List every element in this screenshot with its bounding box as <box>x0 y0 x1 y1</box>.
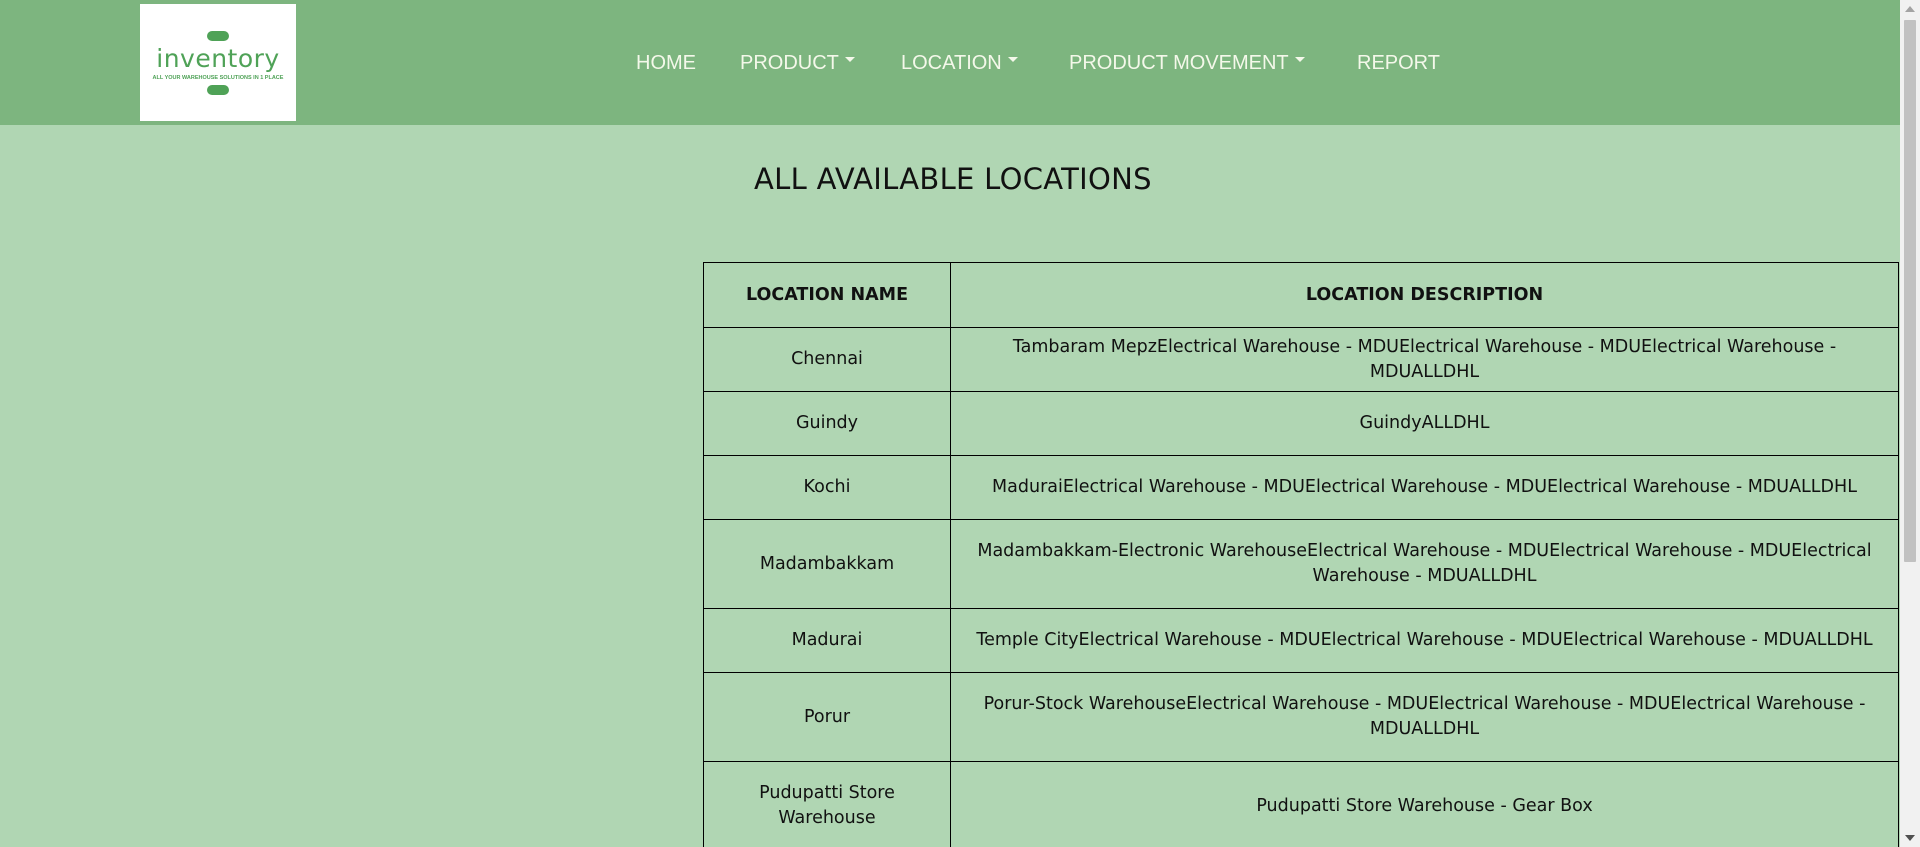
table-row: Madambakkam Madambakkam-Electronic Wareh… <box>703 519 1899 609</box>
locations-table: LOCATION NAME LOCATION DESCRIPTION Chenn… <box>703 262 1899 847</box>
location-name-cell: Pudupatti Store Warehouse <box>703 761 951 847</box>
caret-down-icon <box>844 57 855 63</box>
location-name-cell: Chennai <box>703 327 951 392</box>
location-description-cell: MaduraiElectrical Warehouse - MDUElectri… <box>950 455 1899 520</box>
locations-table-container: LOCATION NAME LOCATION DESCRIPTION Chenn… <box>703 262 1900 847</box>
location-name-cell: Guindy <box>703 391 951 456</box>
table-row: Chennai Tambaram MepzElectrical Warehous… <box>703 327 1899 392</box>
scroll-up-arrow-icon[interactable] <box>1905 6 1915 12</box>
nav-product-movement-label: PRODUCT MOVEMENT <box>1069 52 1289 74</box>
header-location-name: LOCATION NAME <box>703 262 951 328</box>
logo-wordmark: inventory <box>156 43 280 73</box>
nav-home-label: HOME <box>636 52 696 74</box>
location-description-cell: Pudupatti Store Warehouse - Gear Box <box>950 761 1899 847</box>
nav-report-label: REPORT <box>1357 52 1440 74</box>
table-row: Guindy GuindyALLDHL <box>703 391 1899 456</box>
nav-product-movement-dropdown[interactable]: PRODUCT MOVEMENT <box>1069 48 1305 78</box>
location-name-cell: Kochi <box>703 455 951 520</box>
table-row: Pudupatti Store Warehouse Pudupatti Stor… <box>703 761 1899 847</box>
nav-location-dropdown[interactable]: LOCATION <box>901 48 1018 78</box>
location-name-cell: Porur <box>703 672 951 762</box>
scroll-down-arrow-icon[interactable] <box>1905 835 1915 841</box>
table-row: Kochi MaduraiElectrical Warehouse - MDUE… <box>703 455 1899 520</box>
caret-down-icon <box>1294 57 1305 63</box>
brand-logo[interactable]: inventory ALL YOUR WAREHOUSE SOLUTIONS I… <box>140 4 296 121</box>
nav-location-label: LOCATION <box>901 52 1002 74</box>
navbar: inventory ALL YOUR WAREHOUSE SOLUTIONS I… <box>0 0 1900 125</box>
location-description-cell: Temple CityElectrical Warehouse - MDUEle… <box>950 608 1899 673</box>
nav-product-dropdown[interactable]: PRODUCT <box>740 48 855 78</box>
logo-tagline: ALL YOUR WAREHOUSE SOLUTIONS IN 1 PLACE <box>152 74 284 81</box>
table-row: Porur Porur-Stock WarehouseElectrical Wa… <box>703 672 1899 762</box>
location-description-cell: Tambaram MepzElectrical Warehouse - MDUE… <box>950 327 1899 392</box>
table-header-row: LOCATION NAME LOCATION DESCRIPTION <box>703 262 1899 328</box>
nav-home-link[interactable]: HOME <box>636 48 696 78</box>
caret-down-icon <box>1007 57 1018 63</box>
location-description-cell: Porur-Stock WarehouseElectrical Warehous… <box>950 672 1899 762</box>
logo-bottom-knob-icon <box>207 84 229 95</box>
location-description-cell: GuindyALLDHL <box>950 391 1899 456</box>
location-name-cell: Madurai <box>703 608 951 673</box>
scrollbar-thumb[interactable] <box>1904 20 1916 562</box>
location-name-cell: Madambakkam <box>703 519 951 609</box>
page-title: ALL AVAILABLE LOCATIONS <box>754 162 1152 196</box>
location-description-cell: Madambakkam-Electronic WarehouseElectric… <box>950 519 1899 609</box>
nav-report-link[interactable]: REPORT <box>1357 48 1440 78</box>
nav-product-label: PRODUCT <box>740 52 839 74</box>
logo-top-knob-icon <box>207 30 229 41</box>
vertical-scrollbar[interactable] <box>1900 0 1920 847</box>
table-row: Madurai Temple CityElectrical Warehouse … <box>703 608 1899 673</box>
header-location-description: LOCATION DESCRIPTION <box>950 262 1899 328</box>
